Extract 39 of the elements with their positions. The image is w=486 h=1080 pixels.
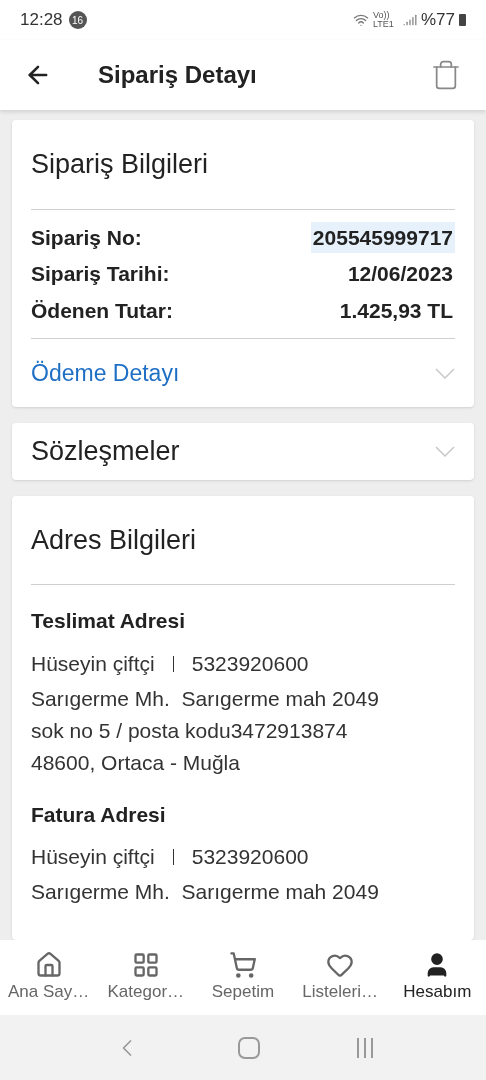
address-title: Fatura Adresi xyxy=(31,801,167,828)
field-value: 12/06/2023 xyxy=(346,261,454,287)
card-title: Sipariş Bilgileri xyxy=(31,144,455,210)
nav-tab[interactable]: Hesabım xyxy=(389,950,486,1005)
nav-tab[interactable]: Sepetim xyxy=(194,950,291,1005)
field-value: 205545999717 xyxy=(310,221,455,253)
recipient-name: Hüseyin çiftçi xyxy=(31,650,155,677)
recipient-name: Hüseyin çiftçi xyxy=(31,844,155,871)
home-icon xyxy=(34,950,63,979)
network-label: Vo)) LTE1 xyxy=(372,11,395,29)
field-label: Sipariş No: xyxy=(31,224,142,251)
phone-number: 5323920600 xyxy=(191,650,309,677)
nav-tab[interactable]: Ana Say… xyxy=(0,950,97,1005)
nav-tab[interactable]: Listeleri… xyxy=(292,950,389,1005)
notification-badge: 16 xyxy=(68,11,87,29)
field-value: 1.425,93 TL xyxy=(338,297,454,324)
field-label: Ödenen Tutar: xyxy=(31,297,173,324)
nav-tab[interactable]: Kategor… xyxy=(97,950,194,1005)
home-nav-button[interactable] xyxy=(238,1036,260,1059)
address-title: Teslimat Adresi xyxy=(31,608,187,634)
address-text: Sarıgerme Mh. Sarıgerme mah 2049 xyxy=(31,879,380,905)
address-text: 48600, Ortaca - Muğla xyxy=(31,749,241,776)
address-text: sok no 5 / posta kodu3472913874 xyxy=(31,717,349,744)
phone-number: 5323920600 xyxy=(191,844,309,871)
wifi-icon xyxy=(352,12,369,28)
payment-detail-toggle[interactable]: Ödeme Detayı xyxy=(31,339,455,407)
page-title: Sipariş Detayı xyxy=(98,60,258,90)
battery-icon xyxy=(459,14,466,26)
recents-nav-button[interactable] xyxy=(357,1037,374,1058)
address-text: Sarıgerme Mh. Sarıgerme mah 2049 xyxy=(31,685,380,712)
battery-text: %77 xyxy=(420,9,455,32)
contracts-card[interactable]: Sözleşmeler xyxy=(12,423,474,480)
status-time: 12:28 xyxy=(20,9,63,32)
grid-icon xyxy=(131,950,160,979)
card-title: Adres Bilgileri xyxy=(31,519,455,585)
trash-button[interactable] xyxy=(430,59,462,91)
signal-icon xyxy=(402,13,417,27)
field-label: Sipariş Tarihi: xyxy=(31,261,170,287)
cart-icon xyxy=(228,950,257,979)
